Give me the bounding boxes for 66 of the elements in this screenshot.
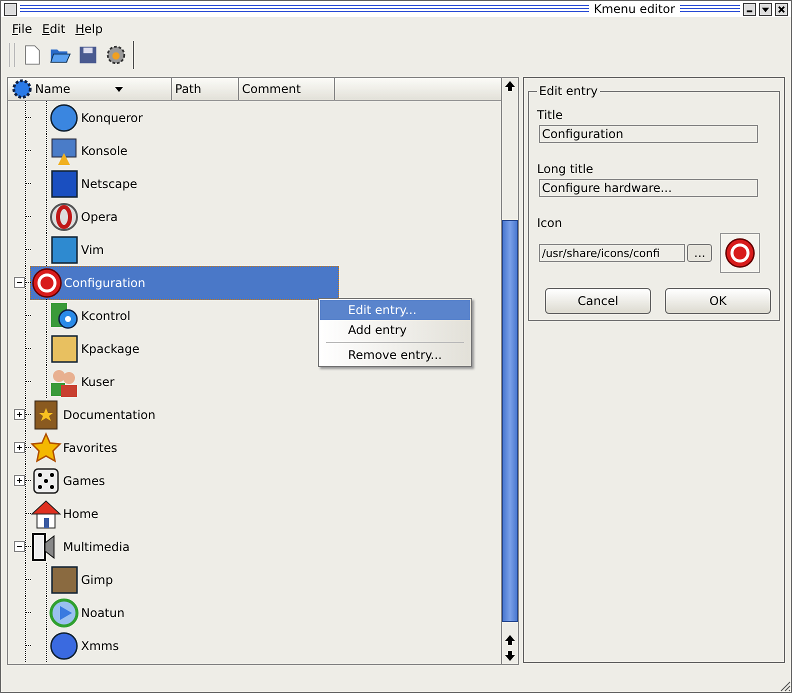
tree-item[interactable]: Gimp — [48, 564, 115, 596]
tree-item[interactable]: Konsole — [48, 134, 130, 166]
tree-item[interactable]: Kpackage — [48, 332, 142, 364]
context-menu-item[interactable]: Edit entry... — [320, 300, 470, 320]
tree-item[interactable]: Opera — [48, 200, 120, 232]
house-icon — [30, 498, 62, 530]
collapse-toggle[interactable] — [14, 277, 25, 288]
tree-item[interactable]: Kcontrol — [48, 300, 132, 332]
group-title: Edit entry — [538, 84, 599, 98]
browse-button[interactable]: ... — [687, 244, 712, 262]
close-icon — [777, 4, 786, 14]
shade-button[interactable] — [759, 2, 772, 16]
gear-icon — [11, 78, 33, 100]
window-menu-button[interactable] — [4, 2, 17, 16]
title-stripes — [680, 4, 740, 14]
star-icon — [30, 432, 62, 464]
tree-item[interactable]: Home — [30, 498, 100, 530]
tree-item[interactable]: Noatun — [48, 596, 127, 628]
tree-item[interactable]: Games — [30, 464, 107, 496]
tree-item[interactable]: Favorites — [30, 432, 120, 464]
tree-item[interactable]: Netscape — [48, 168, 140, 200]
scrollbar-thumb[interactable] — [502, 220, 518, 622]
column-header[interactable]: Path — [172, 78, 239, 100]
minimize-button[interactable] — [743, 2, 756, 16]
field-label: Title — [537, 108, 564, 122]
expand-toggle[interactable] — [14, 409, 25, 420]
window-title: Kmenu editor — [592, 2, 676, 16]
plus-icon — [15, 410, 24, 419]
save-icon[interactable] — [77, 44, 99, 66]
context-menu-item[interactable]: Remove entry... — [320, 345, 470, 365]
expand-toggle[interactable] — [14, 442, 25, 453]
close-button[interactable] — [775, 2, 788, 16]
menu-item[interactable]: Help — [75, 22, 103, 36]
ring-icon — [48, 200, 80, 232]
context-menu-item[interactable]: Add entry — [320, 320, 470, 340]
sort-caret-icon[interactable] — [114, 84, 124, 94]
tree-item[interactable]: Kuser — [48, 366, 116, 398]
caret-icon — [761, 4, 770, 14]
menu-item[interactable]: File — [12, 22, 32, 36]
gear-icon[interactable] — [105, 44, 127, 66]
field-label: Long title — [537, 162, 594, 176]
icon-button[interactable] — [720, 233, 760, 273]
menu-item[interactable]: Edit — [42, 22, 66, 36]
globe-icon — [48, 102, 80, 134]
column-header[interactable]: Name — [8, 78, 172, 100]
tree-item[interactable]: Konqueror — [48, 102, 145, 134]
scrollbar[interactable] — [501, 78, 518, 664]
plus-icon — [15, 443, 24, 452]
globe-icon — [48, 630, 80, 662]
tree-item[interactable]: Configuration — [30, 266, 339, 300]
title-field[interactable]: Configuration — [539, 125, 758, 143]
expand-toggle[interactable] — [14, 475, 25, 486]
long-title-field[interactable]: Configure hardware... — [539, 179, 758, 197]
plus-icon — [15, 476, 24, 485]
tree-item[interactable]: Multimedia — [30, 530, 132, 562]
dialog-button[interactable]: OK — [665, 288, 771, 314]
dialog-button[interactable]: Cancel — [545, 288, 651, 314]
collapse-toggle[interactable] — [14, 541, 25, 552]
resize-grip-icon[interactable] — [779, 680, 791, 692]
tree-item[interactable]: Documentation — [30, 398, 158, 430]
tree-item[interactable]: Xmms — [48, 630, 121, 662]
column-header[interactable]: Comment — [239, 78, 335, 100]
tree-item[interactable]: Vim — [48, 234, 106, 266]
icon-path-field[interactable]: /usr/share/icons/confi — [539, 244, 685, 262]
play-icon — [48, 596, 80, 628]
field-label: Icon — [537, 216, 564, 230]
